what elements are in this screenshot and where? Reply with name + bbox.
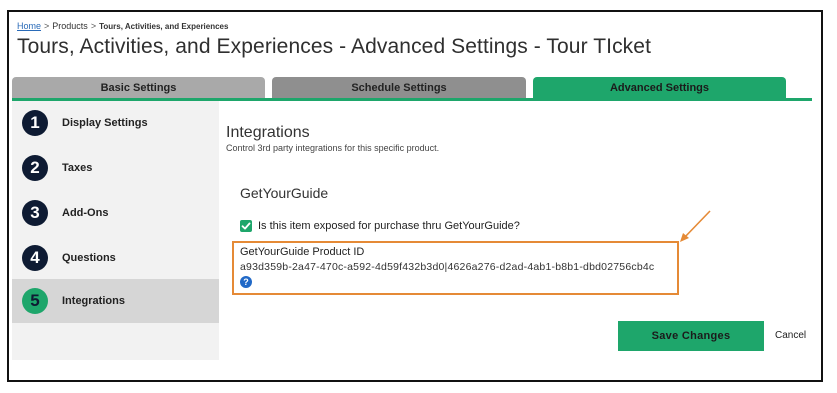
checkmark-icon: [241, 222, 251, 230]
step-label: Questions: [62, 252, 116, 264]
expose-checkbox-row: Is this item exposed for purchase thru G…: [240, 220, 520, 232]
sidebar-step-questions[interactable]: 4 Questions: [12, 236, 219, 280]
expose-checkbox[interactable]: [240, 220, 252, 232]
provider-heading: GetYourGuide: [240, 185, 329, 201]
cancel-button[interactable]: Cancel: [775, 330, 806, 341]
product-id-value[interactable]: a93d359b-2a47-470c-a592-4d59f432b3d0|462…: [240, 261, 654, 273]
step-number-badge: 5: [22, 288, 48, 314]
tab-advanced-settings[interactable]: Advanced Settings: [533, 77, 786, 99]
sidebar-step-add-ons[interactable]: 3 Add-Ons: [12, 191, 219, 235]
step-label: Taxes: [62, 162, 93, 174]
tab-schedule-settings[interactable]: Schedule Settings: [272, 77, 526, 99]
step-number-badge: 4: [22, 245, 48, 271]
page-title: Tours, Activities, and Experiences - Adv…: [17, 35, 652, 58]
breadcrumb-products[interactable]: Products: [52, 21, 88, 31]
save-changes-button[interactable]: Save Changes: [618, 321, 764, 351]
breadcrumb-separator: >: [44, 21, 50, 31]
breadcrumb-current: Tours, Activities, and Experiences: [99, 22, 229, 31]
breadcrumb-home-link[interactable]: Home: [17, 21, 41, 31]
sidebar-step-display-settings[interactable]: 1 Display Settings: [12, 101, 219, 145]
expose-checkbox-label: Is this item exposed for purchase thru G…: [258, 220, 520, 232]
section-subtitle: Control 3rd party integrations for this …: [226, 143, 440, 153]
steps-sidebar: 1 Display Settings 2 Taxes 3 Add-Ons 4 Q…: [12, 101, 219, 360]
breadcrumb: Home > Products > Tours, Activities, and Exp…: [17, 21, 228, 31]
step-label: Integrations: [62, 295, 125, 307]
section-title: Integrations: [226, 124, 310, 141]
step-number-badge: 1: [22, 110, 48, 136]
tab-basic-settings[interactable]: Basic Settings: [12, 77, 265, 99]
breadcrumb-separator: >: [90, 21, 97, 31]
step-label: Display Settings: [62, 117, 148, 129]
step-number-badge: 3: [22, 200, 48, 226]
step-number-badge: 2: [22, 155, 48, 181]
help-icon[interactable]: ?: [240, 276, 252, 288]
product-id-label: GetYourGuide Product ID: [240, 246, 365, 258]
sidebar-step-integrations[interactable]: 5 Integrations: [12, 279, 219, 323]
sidebar-step-taxes[interactable]: 2 Taxes: [12, 146, 219, 190]
step-label: Add-Ons: [62, 207, 109, 219]
annotation-arrow-icon: [680, 210, 711, 242]
